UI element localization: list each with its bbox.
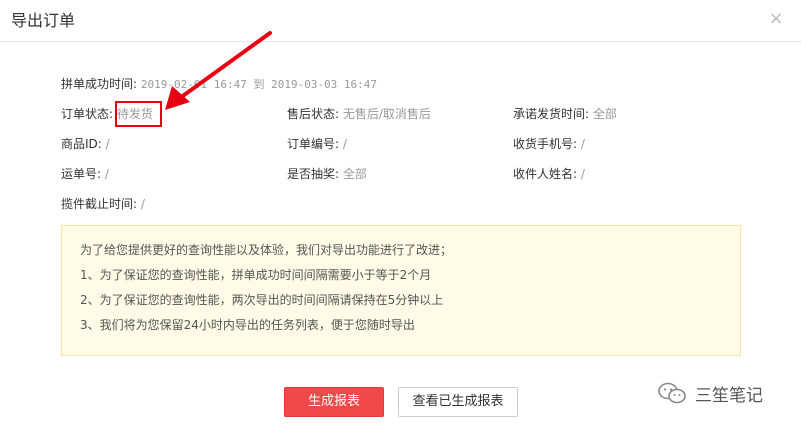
notice-box: 为了给您提供更好的查询性能以及体验，我们对导出功能进行了改进； 1、为了保证您的… — [61, 225, 741, 356]
after-sale-status-label: 售后状态: — [287, 107, 340, 121]
highlight-box — [115, 101, 162, 127]
order-number-field: 订单编号: / — [287, 136, 347, 152]
receiver-name-value: / — [580, 167, 585, 181]
time-range-value: 2019-02-01 16:47 到 2019-03-03 16:47 — [140, 78, 378, 91]
receiver-phone-label: 收货手机号: — [513, 137, 578, 151]
wechat-icon — [658, 382, 686, 404]
tracking-number-field: 运单号: / — [61, 166, 109, 182]
promised-ship-time-value: 全部 — [592, 107, 617, 121]
after-sale-status-value: 无售后/取消售后 — [342, 107, 431, 121]
order-status-label: 订单状态: — [61, 107, 114, 121]
lottery-value: 全部 — [342, 167, 367, 181]
notice-line: 2、为了保证您的查询性能，两次导出的时间间隔请保持在5分钟以上 — [80, 293, 444, 307]
receiver-name-field: 收件人姓名: / — [513, 166, 585, 182]
lottery-label: 是否抽奖: — [287, 167, 340, 181]
pickup-deadline-field: 揽件截止时间: / — [61, 196, 145, 212]
notice-line: 为了给您提供更好的查询性能以及体验，我们对导出功能进行了改进； — [80, 243, 453, 257]
tracking-number-value: / — [104, 167, 109, 181]
time-range-field: 拼单成功时间: 2019-02-01 16:47 到 2019-03-03 16… — [61, 76, 377, 93]
notice-line: 3、我们将为您保留24小时内导出的任务列表，便于您随时导出 — [80, 318, 415, 332]
annotation-arrow-icon — [165, 31, 272, 110]
receiver-phone-value: / — [580, 137, 585, 151]
generate-report-button[interactable]: 生成报表 — [284, 387, 384, 417]
promised-ship-time-field: 承诺发货时间: 全部 — [513, 106, 617, 122]
promised-ship-time-label: 承诺发货时间: — [513, 107, 590, 121]
view-generated-reports-button[interactable]: 查看已生成报表 — [398, 387, 518, 417]
product-id-value: / — [105, 137, 110, 151]
lottery-field: 是否抽奖: 全部 — [287, 166, 367, 182]
order-number-label: 订单编号: — [287, 137, 340, 151]
dialog-title: 导出订单 — [11, 11, 76, 30]
pickup-deadline-value: / — [140, 197, 145, 211]
after-sale-status-field: 售后状态: 无售后/取消售后 — [287, 106, 431, 122]
receiver-name-label: 收件人姓名: — [513, 167, 578, 181]
dialog-header: 导出订单 × — [0, 0, 801, 42]
notice-line: 1、为了保证您的查询性能，拼单成功时间间隔需要小于等于2个月 — [80, 268, 432, 282]
watermark-text: 三笙笔记 — [695, 385, 763, 406]
pickup-deadline-label: 揽件截止时间: — [61, 197, 138, 211]
tracking-number-label: 运单号: — [61, 167, 102, 181]
order-number-value: / — [342, 137, 347, 151]
watermark: 三笙笔记 — [657, 379, 763, 407]
product-id-field: 商品ID: / — [61, 136, 110, 152]
close-icon[interactable]: × — [767, 9, 785, 29]
receiver-phone-field: 收货手机号: / — [513, 136, 585, 152]
product-id-label: 商品ID: — [61, 137, 102, 151]
time-range-label: 拼单成功时间: — [61, 77, 138, 91]
